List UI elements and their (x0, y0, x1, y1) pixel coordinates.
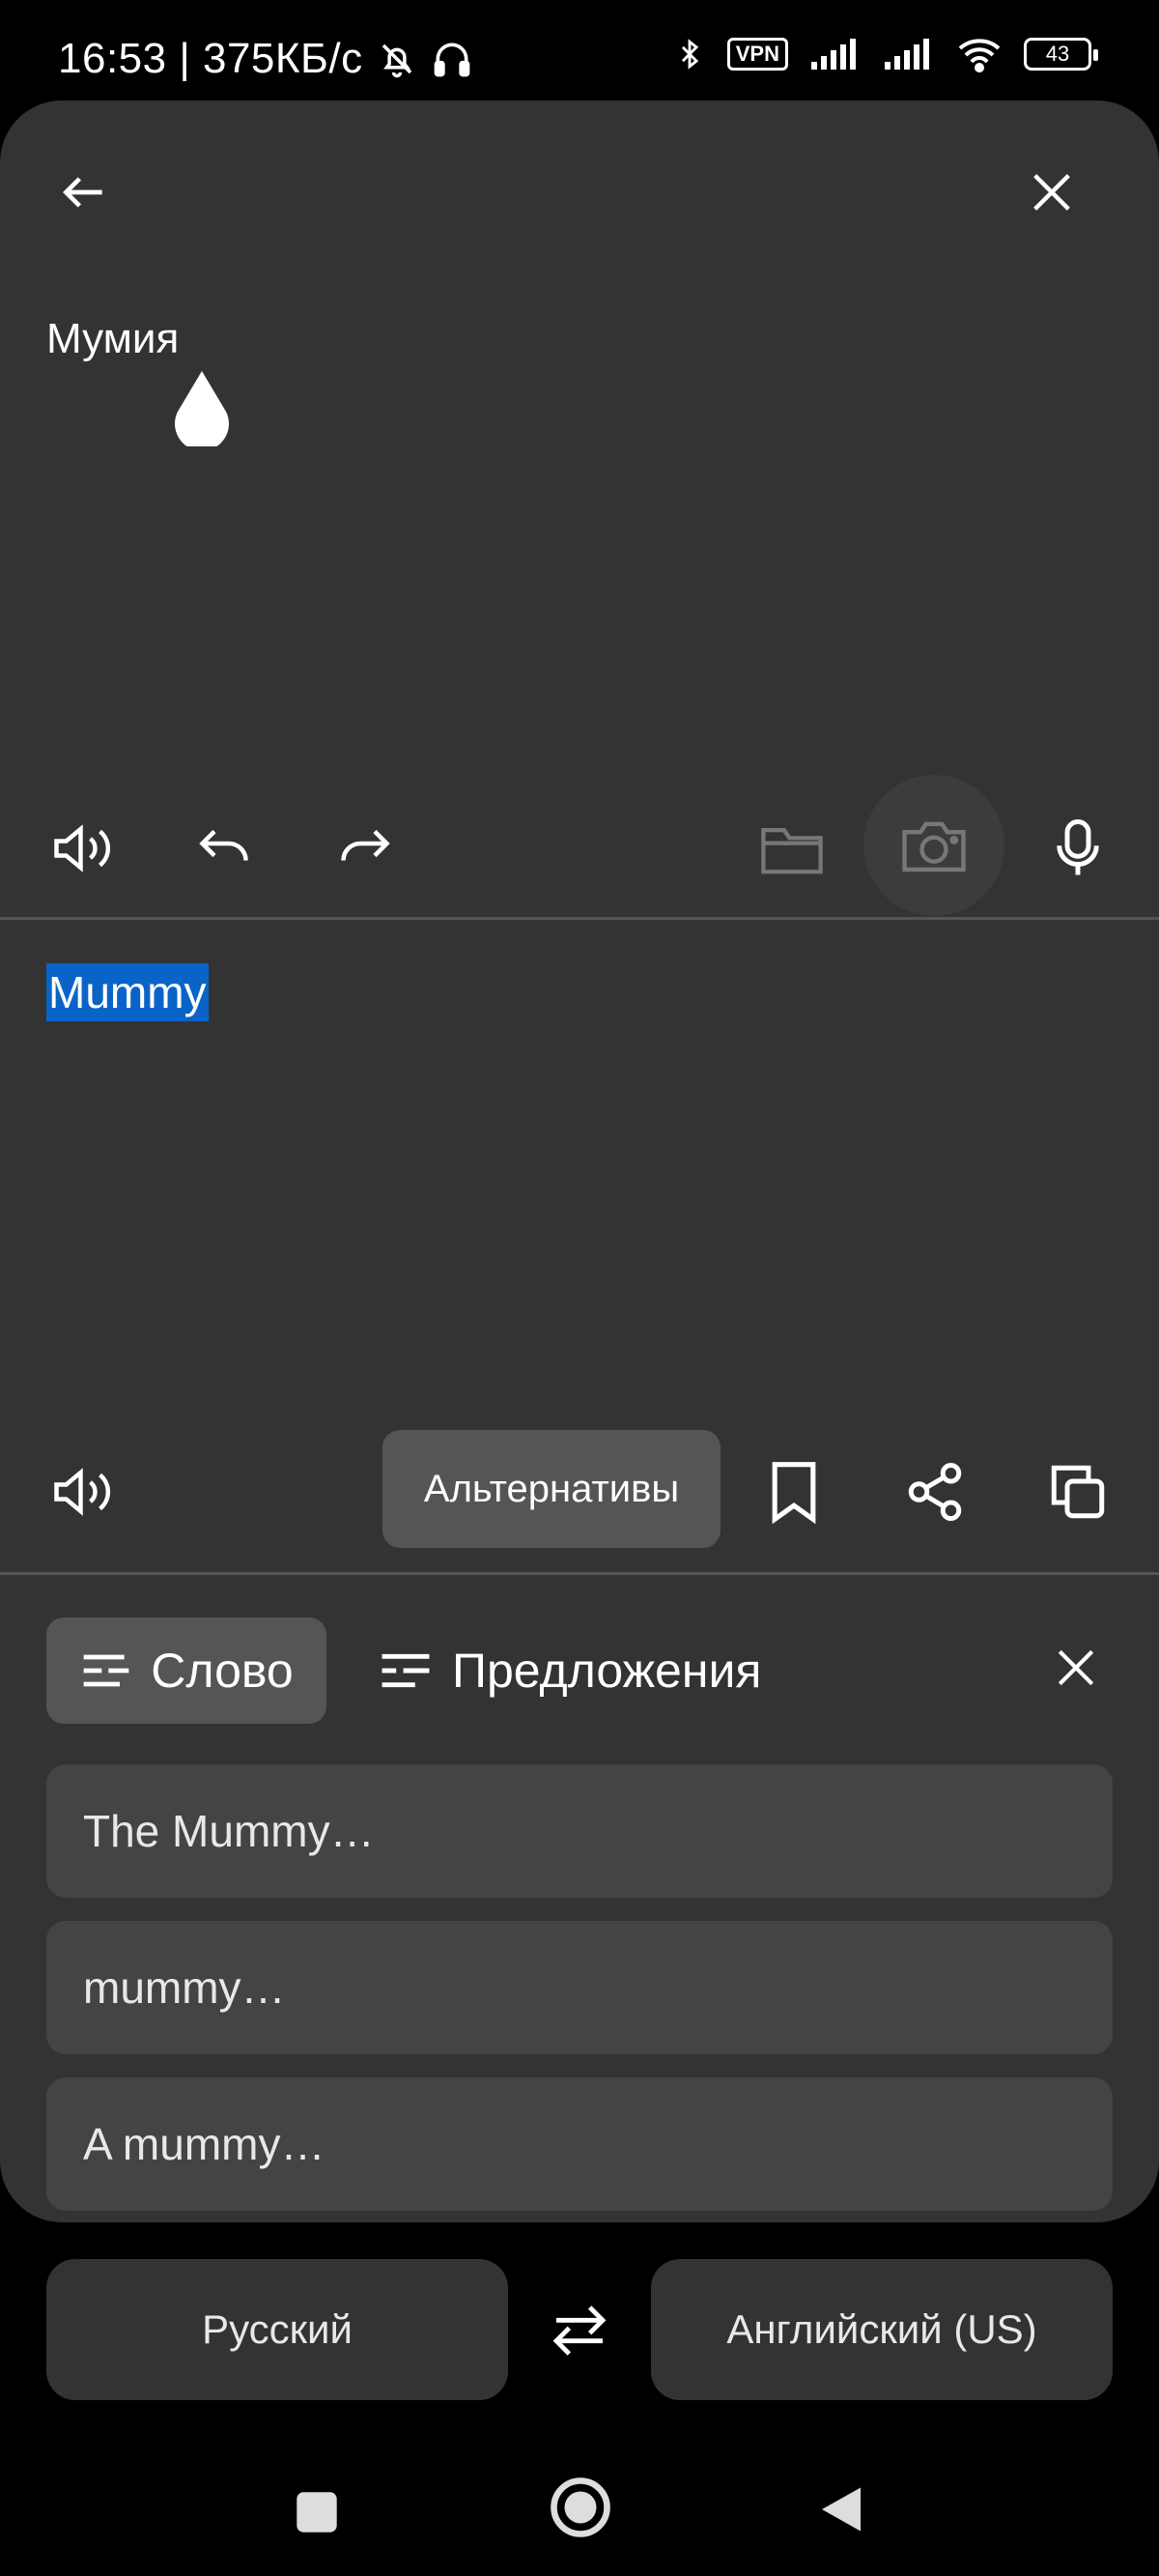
redo-icon (341, 829, 390, 861)
tab-word[interactable]: Слово (46, 1617, 326, 1724)
redo-button[interactable] (328, 812, 402, 885)
folder-icon (761, 828, 823, 874)
status-left: 16:53 | 375КБ/с (58, 35, 473, 83)
text-cursor-handle-icon[interactable] (170, 369, 234, 446)
bluetooth-icon (681, 39, 698, 70)
home-circle-icon (551, 2477, 610, 2537)
copy-button[interactable] (1041, 1455, 1115, 1529)
copy-icon (1051, 1465, 1105, 1519)
target-language-button[interactable]: Английский (US) (651, 2259, 1113, 2400)
alternatives-button[interactable]: Альтернативы (382, 1430, 721, 1548)
close-button[interactable] (1018, 158, 1086, 226)
back-button[interactable] (50, 158, 118, 226)
share-icon (908, 1463, 962, 1521)
bell-muted-icon (382, 43, 411, 78)
camera-icon (902, 821, 966, 873)
signal-icon (811, 39, 856, 70)
wifi-icon (958, 39, 1001, 72)
bookmark-button[interactable] (757, 1455, 831, 1529)
status-right: VPN 43 (673, 35, 1098, 73)
status-time-speed: 16:53 | 375КБ/с (58, 35, 363, 82)
undo-icon (199, 829, 248, 861)
open-file-button[interactable] (755, 812, 829, 885)
share-button[interactable] (898, 1455, 972, 1529)
speaker-icon (54, 1468, 111, 1516)
triangle-back-icon (822, 2487, 861, 2532)
undo-button[interactable] (187, 812, 261, 885)
source-speak-button[interactable] (46, 812, 120, 885)
headphones-icon (434, 43, 469, 77)
speaker-icon (54, 824, 111, 873)
vpn-badge: VPN (726, 38, 788, 71)
microphone-icon (1057, 819, 1099, 875)
lines-icon (382, 1653, 430, 1688)
bookmark-icon (772, 1462, 816, 1525)
tab-sentences-label: Предложения (452, 1644, 762, 1698)
source-text-input[interactable]: Мумия (46, 315, 179, 363)
arrow-left-icon (63, 177, 102, 208)
home-button[interactable] (547, 2474, 614, 2541)
swap-icon (552, 2305, 607, 2356)
microphone-button[interactable] (1041, 812, 1115, 885)
close-panel-button[interactable] (1041, 1633, 1111, 1703)
translation-output[interactable]: Mummy (46, 963, 209, 1021)
source-language-button[interactable]: Русский (46, 2259, 508, 2400)
close-icon (1058, 1649, 1094, 1686)
target-speak-button[interactable] (46, 1455, 120, 1529)
recent-apps-button[interactable] (286, 2481, 348, 2543)
translation-selected-text[interactable]: Mummy (46, 963, 209, 1021)
camera-button[interactable] (863, 775, 1004, 916)
suggestion-item[interactable]: mummy… (46, 1921, 1113, 2054)
section-divider (0, 917, 1159, 920)
status-bar: 16:53 | 375КБ/с VPN 43 (0, 0, 1159, 106)
back-nav-button[interactable] (807, 2476, 875, 2543)
section-divider (0, 1572, 1159, 1575)
close-icon (1033, 174, 1070, 211)
tab-sentences[interactable]: Предложения (377, 1617, 761, 1724)
system-navigation-bar (0, 2435, 1159, 2576)
suggestion-item[interactable]: The Mummy… (46, 1764, 1113, 1898)
lines-icon (83, 1654, 129, 1687)
tab-word-label: Слово (151, 1644, 294, 1698)
swap-languages-button[interactable] (539, 2290, 620, 2371)
translator-card: Мумия Mummy Альтернативы Слово Предложен… (0, 100, 1159, 2222)
suggestion-item[interactable]: A mummy… (46, 2077, 1113, 2211)
battery-level: 43 (1045, 42, 1070, 66)
signal-icon-2 (885, 39, 929, 70)
square-icon (297, 2492, 337, 2533)
battery-indicator: 43 (1024, 38, 1098, 71)
